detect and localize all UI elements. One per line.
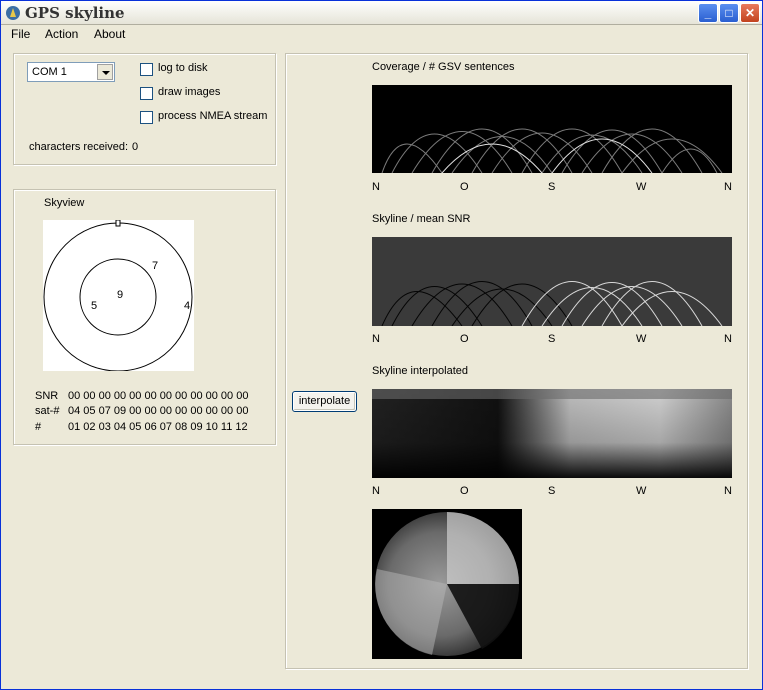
direction-label: W xyxy=(636,181,647,193)
sat-values: 04 05 07 09 00 00 00 00 00 00 00 00 xyxy=(68,405,249,417)
window-title: GPS skyline xyxy=(25,4,125,22)
satellite-label: 7 xyxy=(152,260,159,272)
direction-label: S xyxy=(548,181,556,193)
interpolated-plot-title: Skyline interpolated xyxy=(372,365,469,377)
direction-label: W xyxy=(636,333,647,345)
satellite-app-icon xyxy=(6,6,20,20)
title-bar[interactable]: GPS skyline _ □ ✕ xyxy=(1,1,762,25)
direction-label: N xyxy=(724,333,732,345)
log-to-disk-checkbox[interactable] xyxy=(140,63,153,76)
direction-label: O xyxy=(460,181,469,193)
menu-about[interactable]: About xyxy=(94,27,125,41)
draw-images-checkbox[interactable] xyxy=(140,87,153,100)
coverage-plot-title: Coverage / # GSV sentences xyxy=(372,61,515,73)
skyline-snr-plot xyxy=(372,237,732,326)
interpolate-button[interactable]: interpolate xyxy=(292,391,357,412)
skyline-interpolated-plot xyxy=(372,389,732,478)
skyview-plot: 7 9 5 4 xyxy=(43,219,194,372)
direction-label: N xyxy=(724,181,732,193)
satellite-label: 9 xyxy=(117,289,124,301)
minimize-icon: _ xyxy=(704,6,712,20)
log-to-disk-label: log to disk xyxy=(158,62,208,74)
main-window: GPS skyline _ □ ✕ File Action About COM … xyxy=(0,0,763,690)
chars-received-value: 0 xyxy=(132,141,139,153)
snr-row-label: SNR xyxy=(35,390,59,402)
satellite-label: 4 xyxy=(184,300,191,312)
maximize-button[interactable]: □ xyxy=(719,3,739,23)
minimize-button[interactable]: _ xyxy=(698,3,718,23)
polar-sky-image xyxy=(372,509,522,659)
chars-received-label: characters received: xyxy=(29,141,129,153)
menu-file[interactable]: File xyxy=(11,27,30,41)
index-values: 01 02 03 04 05 06 07 08 09 10 11 12 xyxy=(68,421,248,433)
direction-label: O xyxy=(460,333,469,345)
chevron-down-icon[interactable] xyxy=(97,64,113,80)
direction-label: W xyxy=(636,485,647,497)
maximize-icon: □ xyxy=(725,6,733,20)
direction-label: N xyxy=(372,333,380,345)
draw-images-label: draw images xyxy=(158,86,221,98)
skyview-title: Skyview xyxy=(44,197,85,209)
direction-label: N xyxy=(372,181,380,193)
index-row-label: # xyxy=(35,421,42,433)
close-button[interactable]: ✕ xyxy=(740,3,760,23)
direction-label: N xyxy=(724,485,732,497)
snr-values: 00 00 00 00 00 00 00 00 00 00 00 00 xyxy=(68,390,249,402)
sat-row-label: sat-# xyxy=(35,405,60,417)
menu-action[interactable]: Action xyxy=(45,27,78,41)
com-port-select[interactable]: COM 1 xyxy=(27,62,115,82)
process-nmea-checkbox[interactable] xyxy=(140,111,153,124)
direction-label: S xyxy=(548,333,556,345)
direction-label: N xyxy=(372,485,380,497)
skyline-plot-title: Skyline / mean SNR xyxy=(372,213,471,225)
process-nmea-label: process NMEA stream xyxy=(158,110,268,122)
direction-label: O xyxy=(460,485,469,497)
coverage-plot xyxy=(372,85,732,173)
com-port-value: COM 1 xyxy=(32,66,67,78)
direction-label: S xyxy=(548,485,556,497)
menu-bar: File Action About xyxy=(1,25,762,44)
close-icon: ✕ xyxy=(744,6,756,20)
satellite-label: 5 xyxy=(91,300,98,312)
